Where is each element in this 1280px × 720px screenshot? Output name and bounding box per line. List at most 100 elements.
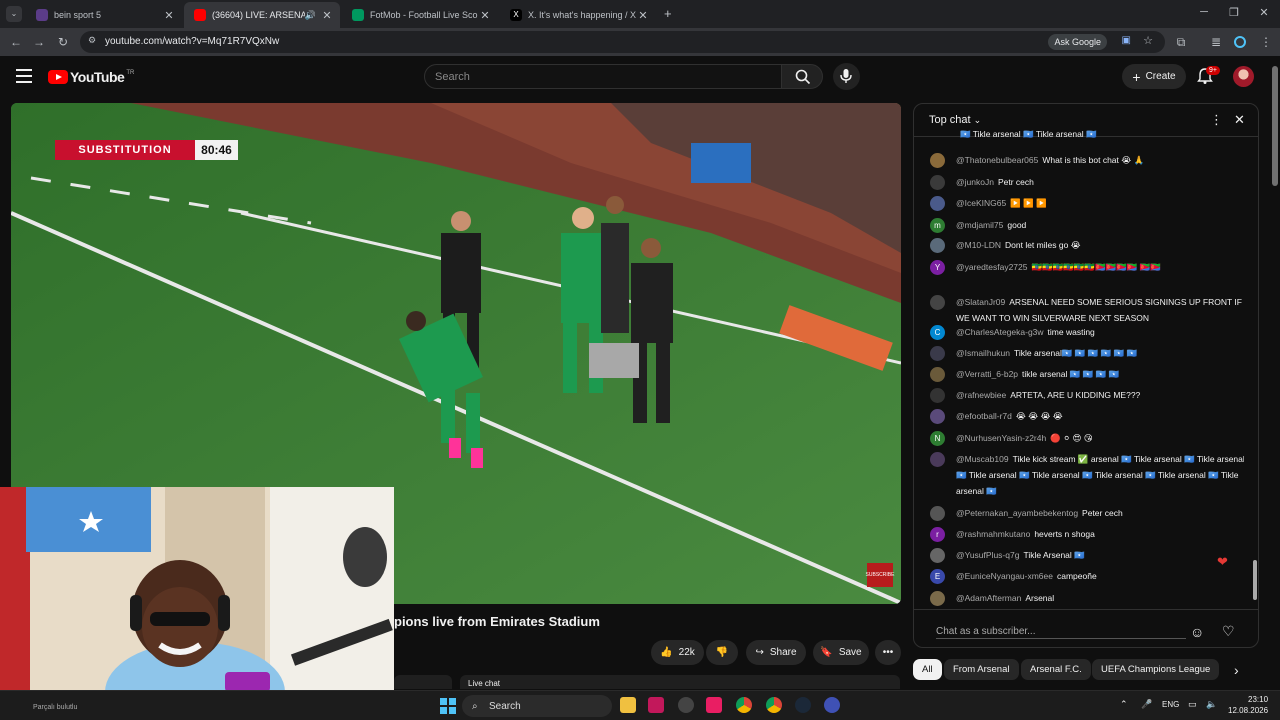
cast-icon[interactable]: ▣ <box>1122 35 1131 46</box>
chat-author[interactable]: @IceKING65 <box>956 198 1006 208</box>
chat-author[interactable]: @Peternakan_ayambebekentog <box>956 508 1078 518</box>
chat-message[interactable]: r @rashmahmkutano heverts n shoga <box>930 526 1244 542</box>
chat-message[interactable]: m @mdjamil75 good <box>930 217 1244 233</box>
chat-message-list[interactable]: 🇸🇴 Tikle arsenal 🇸🇴 Tikle arsenal 🇸🇴 @Tha… <box>914 130 1244 608</box>
chat-author[interactable]: @CharlesAtegeka-g3w <box>956 327 1044 337</box>
chat-avatar[interactable] <box>930 346 945 361</box>
extensions-icon[interactable]: ⧉ <box>1173 34 1189 50</box>
chat-message[interactable]: E @EuniceNyangau-xm6ee campeoñe <box>930 568 1244 584</box>
weather-text[interactable]: Parçalı bulutlu <box>33 704 77 711</box>
share-button[interactable]: ↪ Share <box>746 640 806 665</box>
chat-author[interactable]: @efootball-r7d <box>956 411 1012 421</box>
chat-avatar[interactable]: m <box>930 218 945 233</box>
chat-author[interactable]: @Ismailhukun <box>956 348 1010 358</box>
chat-message[interactable]: @Ismailhukun Tikle arsenal🇸🇴 🇸🇴 🇸🇴 🇸🇴 🇸🇴 … <box>930 345 1244 361</box>
chat-author[interactable]: @Verratti_6-b2p <box>956 369 1018 379</box>
chips-next-arrow-icon[interactable]: › <box>1234 662 1239 678</box>
chat-message[interactable]: @rafnewbiee ARTETA, ARE U KIDDING ME??? <box>930 387 1244 403</box>
heart-reaction-icon[interactable]: ♡ <box>1222 623 1235 640</box>
chat-message[interactable]: @SlatanJr09 ARSENAL NEED SOME SERIOUS SIG… <box>930 294 1244 326</box>
chip-champions-league[interactable]: UEFA Champions League <box>1092 659 1220 680</box>
tab-close-icon[interactable]: ✕ <box>636 9 650 22</box>
chat-avatar[interactable]: C <box>930 325 945 340</box>
chat-input-field[interactable]: Chat as a subscriber... <box>936 626 1186 639</box>
create-button[interactable]: + Create <box>1122 64 1186 89</box>
browser-tab[interactable]: bein sport 5 ✕ <box>26 2 182 28</box>
chat-avatar[interactable] <box>930 548 945 563</box>
chat-author[interactable]: @AdamAfterman <box>956 593 1021 603</box>
chat-author[interactable]: @Thatonebulbear065 <box>956 155 1038 165</box>
chat-avatar[interactable] <box>930 506 945 521</box>
chat-more-options-icon[interactable]: ⋮ <box>1210 112 1223 128</box>
chat-scroll-thumb[interactable] <box>1253 560 1257 600</box>
steam-icon[interactable] <box>795 697 811 713</box>
tab-close-icon[interactable]: ✕ <box>320 9 334 22</box>
tray-network-icon[interactable]: ▭ <box>1188 699 1197 710</box>
tray-mic-icon[interactable]: 🎤 <box>1141 699 1152 710</box>
more-actions-button[interactable]: ••• <box>875 640 901 665</box>
chrome-icon[interactable] <box>736 697 752 713</box>
chat-avatar[interactable] <box>930 153 945 168</box>
app-icon[interactable] <box>824 697 840 713</box>
ask-google-button[interactable]: Ask Google <box>1048 34 1107 50</box>
chat-avatar[interactable]: r <box>930 527 945 542</box>
chat-avatar[interactable]: E <box>930 569 945 584</box>
chat-avatar[interactable]: Y <box>930 260 945 275</box>
tab-close-icon[interactable]: ✕ <box>162 9 176 22</box>
chat-scrollbar[interactable] <box>1253 140 1257 606</box>
chat-message[interactable]: @Muscab109 Tikle kick stream ✅ arsenal 🇸🇴… <box>930 451 1244 499</box>
chrome-icon[interactable] <box>766 697 782 713</box>
chat-author[interactable]: @yaredtesfay2725 <box>956 262 1027 272</box>
windows-start-icon[interactable] <box>440 698 456 714</box>
chat-avatar[interactable] <box>930 175 945 190</box>
taskbar-clock[interactable]: 23:10 12.08.2026 <box>1228 694 1268 716</box>
chat-author[interactable]: @Muscab109 <box>956 454 1009 464</box>
chat-message[interactable]: N @NurhusenYasin-z2r4h 🔴 ⚪ 😍 😘 <box>930 430 1244 446</box>
chat-message[interactable]: @Verratti_6-b2p tikle arsenal 🇸🇴 🇸🇴 🇸🇴 🇸🇴 <box>930 366 1244 382</box>
maximize-icon[interactable]: ❐ <box>1224 6 1244 19</box>
back-icon[interactable]: ← <box>8 34 24 50</box>
chat-message[interactable]: @IceKING65 ▶️ ▶️ ▶️ <box>930 195 1244 211</box>
chat-message[interactable]: @AdamAfterman Arsenal <box>930 590 1244 606</box>
browser-menu-icon[interactable]: ⋮ <box>1258 34 1274 50</box>
chat-author[interactable]: @YusufPlus-q7g <box>956 550 1019 560</box>
tab-close-icon[interactable]: ✕ <box>478 9 492 22</box>
chat-author[interactable]: @mdjamil75 <box>956 220 1003 230</box>
chip-all[interactable]: All <box>913 659 942 680</box>
browser-tab[interactable]: X X. It's what's happening / X ✕ <box>500 2 656 28</box>
tab-search-icon[interactable]: ⌄ <box>6 6 22 22</box>
chat-message[interactable]: Y @yaredtesfay2725 🇪🇹🇪🇹🇪🇹🇪🇹🇪🇹🇪🇹🇪🇷🇪🇷🇪🇷🇪🇷 🇪🇷… <box>930 259 1244 275</box>
chat-message[interactable]: @YusufPlus-q7g Tikle Arsenal 🇸🇴 <box>930 547 1244 563</box>
speaker-icon[interactable]: 🔊 <box>305 10 316 21</box>
taskbar-search[interactable]: ⌕ Search <box>462 695 612 717</box>
search-input[interactable]: Search <box>424 64 782 89</box>
save-button[interactable]: 🔖 Save <box>813 640 869 665</box>
chat-author[interactable]: @NurhusenYasin-z2r4h <box>956 433 1046 443</box>
address-bar[interactable]: ⚙ youtube.com/watch?v=Mq71R7VQxNw Ask Go… <box>80 31 1165 53</box>
app-icon[interactable] <box>648 697 664 713</box>
chat-message[interactable]: @M10-LDN Dont let miles go 😭 <box>930 237 1244 253</box>
file-explorer-icon[interactable] <box>620 697 636 713</box>
hamburger-menu-icon[interactable] <box>16 69 32 83</box>
search-button[interactable] <box>781 64 823 89</box>
chat-avatar[interactable] <box>930 409 945 424</box>
chat-message[interactable]: @Thatonebulbear065 What is this bot chat … <box>930 152 1244 168</box>
chat-avatar[interactable] <box>930 238 945 253</box>
app-icon[interactable] <box>678 697 694 713</box>
forward-icon[interactable]: → <box>31 34 47 50</box>
tab-search-list-icon[interactable]: ≣ <box>1208 34 1224 50</box>
browser-tab[interactable]: FotMob - Football Live Scores ✕ <box>342 2 498 28</box>
window-close-icon[interactable]: ✕ <box>1254 6 1274 19</box>
chat-message[interactable]: @Peternakan_ayambebekentog Peter cech <box>930 505 1244 521</box>
url-text[interactable]: youtube.com/watch?v=Mq71R7VQxNw <box>105 36 279 47</box>
site-info-icon[interactable]: ⚙ <box>88 35 96 46</box>
reload-icon[interactable]: ↻ <box>55 34 71 50</box>
chat-avatar[interactable] <box>930 388 945 403</box>
youtube-logo[interactable]: YouTube TR <box>48 69 134 85</box>
chip-arsenal-fc[interactable]: Arsenal F.C. <box>1021 659 1091 680</box>
subscribe-watermark[interactable]: SUBSCRIBE <box>866 563 894 587</box>
chat-author[interactable]: @rafnewbiee <box>956 390 1006 400</box>
chat-author[interactable]: @rashmahmkutano <box>956 529 1030 539</box>
tray-volume-icon[interactable]: 🔈 <box>1206 699 1217 710</box>
chat-avatar[interactable]: N <box>930 431 945 446</box>
